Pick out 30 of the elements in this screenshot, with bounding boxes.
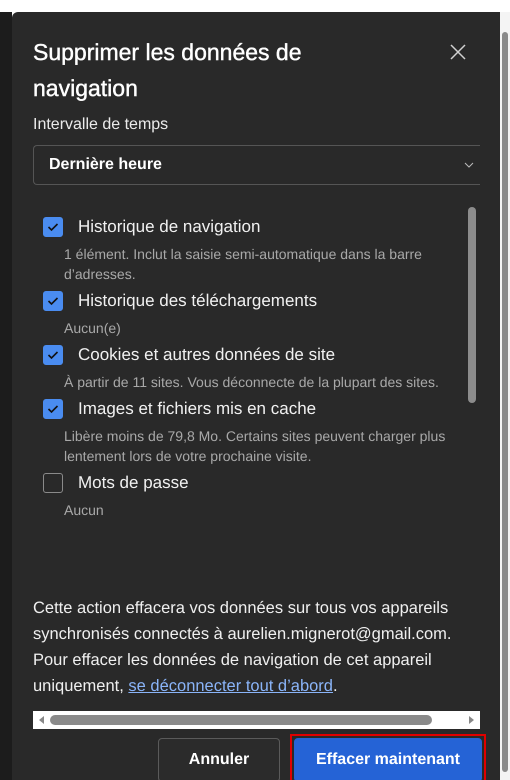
time-range-dropdown[interactable]: Dernière heure bbox=[33, 145, 480, 185]
check-icon bbox=[47, 222, 59, 232]
check-icon bbox=[47, 404, 59, 414]
option-label[interactable]: Historique de navigation bbox=[78, 217, 260, 237]
option-label[interactable]: Cookies et autres données de site bbox=[78, 345, 336, 365]
check-icon bbox=[47, 296, 59, 306]
cancel-button[interactable]: Annuler bbox=[158, 738, 280, 780]
option-description: Aucun(e) bbox=[64, 319, 122, 338]
time-range-label: Intervalle de temps bbox=[33, 116, 170, 134]
option-label[interactable]: Images et fichiers mis en cache bbox=[78, 399, 316, 419]
chevron-down-icon bbox=[464, 162, 474, 168]
option-label[interactable]: Historique des téléchargements bbox=[78, 291, 318, 311]
option-description: 1 élément. Inclut la saisie semi-automatique dans la barre d’adresses. bbox=[64, 245, 423, 284]
checkbox[interactable] bbox=[43, 291, 63, 311]
page-scrollbar[interactable] bbox=[500, 12, 510, 780]
horizontal-scrollbar[interactable] bbox=[33, 711, 480, 729]
option-description: Aucun bbox=[64, 501, 105, 520]
option-description: À partir de 11 sites. Vous déconnecte de la plupart des sites. bbox=[64, 373, 440, 392]
dialog-title: Supprimer les données de navigation bbox=[33, 38, 302, 103]
checkbox[interactable] bbox=[43, 217, 63, 237]
checkbox[interactable] bbox=[43, 399, 63, 419]
check-icon bbox=[47, 350, 59, 360]
option-label[interactable]: Mots de passe bbox=[78, 473, 189, 493]
checkbox[interactable] bbox=[43, 345, 63, 365]
sign-out-link[interactable]: se déconnecter tout d’abord bbox=[128, 677, 333, 695]
close-icon[interactable] bbox=[449, 43, 467, 61]
sync-notice: Cette action effacera vos données sur tous vos appareils synchronisés connectés à aurelien.mignerot@gmail.com. Pour effacer les données de navigation de cet appareil uniquement, se déconnecter tout d’abord. bbox=[33, 598, 452, 697]
option-description: Libère moins de 79,8 Mo. Certains sites peuvent charger plus lentement lors de votre prochaine visite. bbox=[64, 427, 446, 466]
clear-now-button[interactable]: Effacer maintenant bbox=[294, 738, 482, 780]
checkbox[interactable] bbox=[43, 473, 63, 493]
